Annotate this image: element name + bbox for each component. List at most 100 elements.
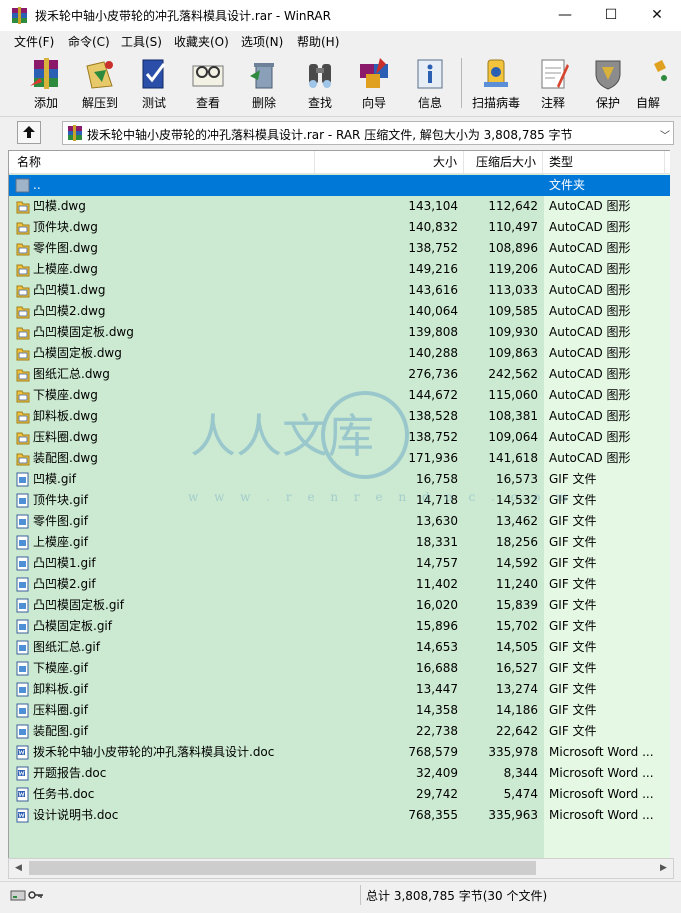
file-row[interactable]: 顶件块.gif 14,718 14,532 GIF 文件 (9, 490, 671, 511)
delete-button[interactable]: 删除 (238, 53, 290, 113)
file-row[interactable]: 图纸汇总.dwg 276,736 242,562 AutoCAD 图形 (9, 364, 671, 385)
file-name: 装配图.dwg (33, 451, 98, 465)
comment-button[interactable]: 注释 (527, 53, 579, 113)
file-type: GIF 文件 (549, 724, 597, 738)
extract-to-button[interactable]: 解压到 (74, 53, 126, 113)
view-icon (192, 65, 224, 87)
horizontal-scrollbar[interactable]: ◀ ▶ (8, 858, 674, 879)
menu-tools[interactable]: 工具(S) (121, 33, 162, 50)
test-icon (142, 59, 166, 89)
scroll-thumb[interactable] (29, 861, 536, 875)
column-header-packed[interactable]: 压缩后大小 (464, 151, 543, 173)
add-archive-icon (30, 58, 58, 89)
file-packed-size: 109,585 (488, 304, 538, 318)
file-row[interactable]: 凸凹模1.gif 14,757 14,592 GIF 文件 (9, 553, 671, 574)
info-button[interactable]: 信息 (404, 53, 456, 113)
file-name: 凹模.dwg (33, 199, 86, 213)
vertical-scroll-gutter (670, 150, 681, 860)
gif-file-icon (16, 703, 29, 718)
file-row[interactable]: 凸凹模2.dwg 140,064 109,585 AutoCAD 图形 (9, 301, 671, 322)
menu-file[interactable]: 文件(F) (14, 33, 54, 50)
wizard-button[interactable]: 向导 (348, 53, 400, 113)
file-row[interactable]: 凸凹模固定板.gif 16,020 15,839 GIF 文件 (9, 595, 671, 616)
dwg-file-icon (16, 243, 30, 256)
dwg-file-icon (16, 369, 30, 382)
file-row[interactable]: 凸凹模1.dwg 143,616 113,033 AutoCAD 图形 (9, 280, 671, 301)
wizard-icon (360, 58, 388, 88)
file-packed-size: 15,702 (496, 619, 538, 633)
chevron-down-icon[interactable]: ﹀ (660, 127, 670, 142)
winrar-app-icon[interactable] (11, 7, 28, 24)
virus-scan-button[interactable]: 扫描病毒 (470, 53, 522, 113)
protect-button[interactable]: 保护 (582, 53, 634, 113)
file-row[interactable]: 压料圈.dwg 138,752 109,064 AutoCAD 图形 (9, 427, 671, 448)
file-row[interactable]: 上模座.gif 18,331 18,256 GIF 文件 (9, 532, 671, 553)
menu-help[interactable]: 帮助(H) (297, 33, 339, 50)
file-row[interactable]: 装配图.gif 22,738 22,642 GIF 文件 (9, 721, 671, 742)
file-row[interactable]: 凸凹模固定板.dwg 139,808 109,930 AutoCAD 图形 (9, 322, 671, 343)
menu-favorites[interactable]: 收藏夹(O) (174, 33, 229, 50)
column-header-size[interactable]: 大小 (315, 151, 464, 173)
column-header-type[interactable]: 类型 ︿ (543, 151, 665, 173)
file-row[interactable]: 零件图.gif 13,630 13,462 GIF 文件 (9, 511, 671, 532)
file-list[interactable]: 名称 大小 压缩后大小 类型 ︿ .. 文件夹凹模.dwg 143,104 112,6… (8, 150, 672, 860)
up-folder-button[interactable] (17, 121, 41, 144)
close-button[interactable]: ✕ (634, 0, 680, 31)
file-row[interactable]: 凸凹模2.gif 11,402 11,240 GIF 文件 (9, 574, 671, 595)
file-row[interactable]: 卸料板.gif 13,447 13,274 GIF 文件 (9, 679, 671, 700)
path-combobox[interactable]: 拨禾轮中轴小皮带轮的冲孔落料模具设计.rar - RAR 压缩文件, 解包大小为… (62, 121, 674, 145)
file-packed-size: 18,256 (496, 535, 538, 549)
file-type: GIF 文件 (549, 661, 597, 675)
file-size: 768,355 (408, 808, 458, 822)
file-size: 276,736 (408, 367, 458, 381)
add-button[interactable]: 添加 (20, 53, 72, 113)
file-row[interactable]: 拨禾轮中轴小皮带轮的冲孔落料模具设计.doc 768,579 335,978 Micr… (9, 742, 671, 763)
file-row[interactable]: 顶件块.dwg 140,832 110,497 AutoCAD 图形 (9, 217, 671, 238)
view-button[interactable]: 查看 (182, 53, 234, 113)
file-row[interactable]: 凸模固定板.dwg 140,288 109,863 AutoCAD 图形 (9, 343, 671, 364)
file-row[interactable]: 上模座.dwg 149,216 119,206 AutoCAD 图形 (9, 259, 671, 280)
file-packed-size: 11,240 (496, 577, 538, 591)
file-name: 顶件块.gif (33, 493, 88, 507)
file-size: 14,653 (416, 640, 458, 654)
file-row[interactable]: 装配图.dwg 171,936 141,618 AutoCAD 图形 (9, 448, 671, 469)
file-row[interactable]: 凹模.dwg 143,104 112,642 AutoCAD 图形 (9, 196, 671, 217)
maximize-button[interactable]: ☐ (588, 0, 634, 31)
file-row[interactable]: 压料圈.gif 14,358 14,186 GIF 文件 (9, 700, 671, 721)
file-row[interactable]: 下模座.gif 16,688 16,527 GIF 文件 (9, 658, 671, 679)
file-packed-size: 13,462 (496, 514, 538, 528)
scroll-left-icon[interactable]: ◀ (9, 859, 28, 878)
sfx-button[interactable]: 自解 (636, 53, 681, 113)
test-button[interactable]: 测试 (128, 53, 180, 113)
gif-file-icon (16, 577, 29, 592)
doc-file-icon (16, 766, 29, 781)
file-type: AutoCAD 图形 (549, 304, 631, 318)
minimize-button[interactable]: — (542, 0, 588, 31)
column-header-name[interactable]: 名称 (9, 151, 315, 173)
file-row[interactable]: 下模座.dwg 144,672 115,060 AutoCAD 图形 (9, 385, 671, 406)
file-name: 拨禾轮中轴小皮带轮的冲孔落料模具设计.doc (33, 745, 275, 759)
file-row[interactable]: 任务书.doc 29,742 5,474 Microsoft Word ... (9, 784, 671, 805)
file-name: 凸模固定板.dwg (33, 346, 122, 360)
file-type: GIF 文件 (549, 535, 597, 549)
file-row[interactable]: 零件图.dwg 138,752 108,896 AutoCAD 图形 (9, 238, 671, 259)
file-row[interactable]: 卸料板.dwg 138,528 108,381 AutoCAD 图形 (9, 406, 671, 427)
file-row[interactable]: 凹模.gif 16,758 16,573 GIF 文件 (9, 469, 671, 490)
scroll-right-icon[interactable]: ▶ (654, 859, 673, 878)
file-packed-size: 110,497 (488, 220, 538, 234)
file-row[interactable]: 图纸汇总.gif 14,653 14,505 GIF 文件 (9, 637, 671, 658)
menu-options[interactable]: 选项(N) (241, 33, 283, 50)
file-row[interactable]: .. 文件夹 (9, 175, 671, 196)
file-row[interactable]: 开题报告.doc 32,409 8,344 Microsoft Word ... (9, 763, 671, 784)
file-row[interactable]: 设计说明书.doc 768,355 335,963 Microsoft Word ..… (9, 805, 671, 826)
file-size: 140,064 (408, 304, 458, 318)
file-packed-size: 112,642 (488, 199, 538, 213)
find-button[interactable]: 查找 (294, 53, 346, 113)
menu-commands[interactable]: 命令(C) (68, 33, 110, 50)
doc-file-icon (16, 808, 29, 823)
file-packed-size: 109,930 (488, 325, 538, 339)
file-type: GIF 文件 (549, 472, 597, 486)
file-row[interactable]: 凸模固定板.gif 15,896 15,702 GIF 文件 (9, 616, 671, 637)
file-size: 14,757 (416, 556, 458, 570)
file-type: GIF 文件 (549, 556, 597, 570)
